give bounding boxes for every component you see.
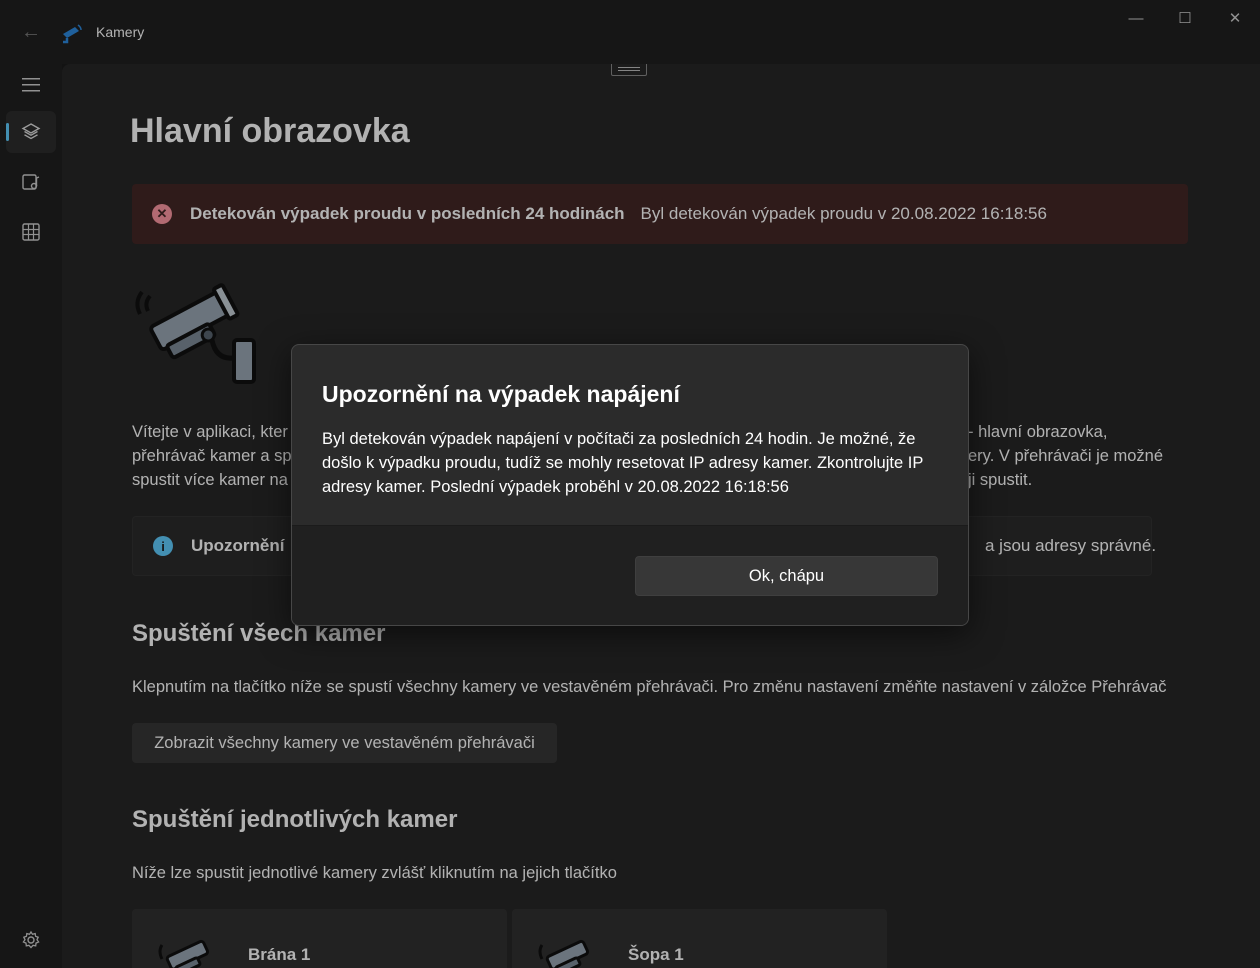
dialog-title: Upozornění na výpadek napájení (322, 381, 680, 407)
power-outage-dialog: Upozornění na výpadek napájení Byl detek… (291, 344, 969, 626)
dialog-body: Byl detekován výpadek napájení v počítač… (322, 430, 924, 496)
dialog-footer: Ok, chápu (292, 525, 968, 625)
ok-button[interactable]: Ok, chápu (635, 556, 938, 596)
